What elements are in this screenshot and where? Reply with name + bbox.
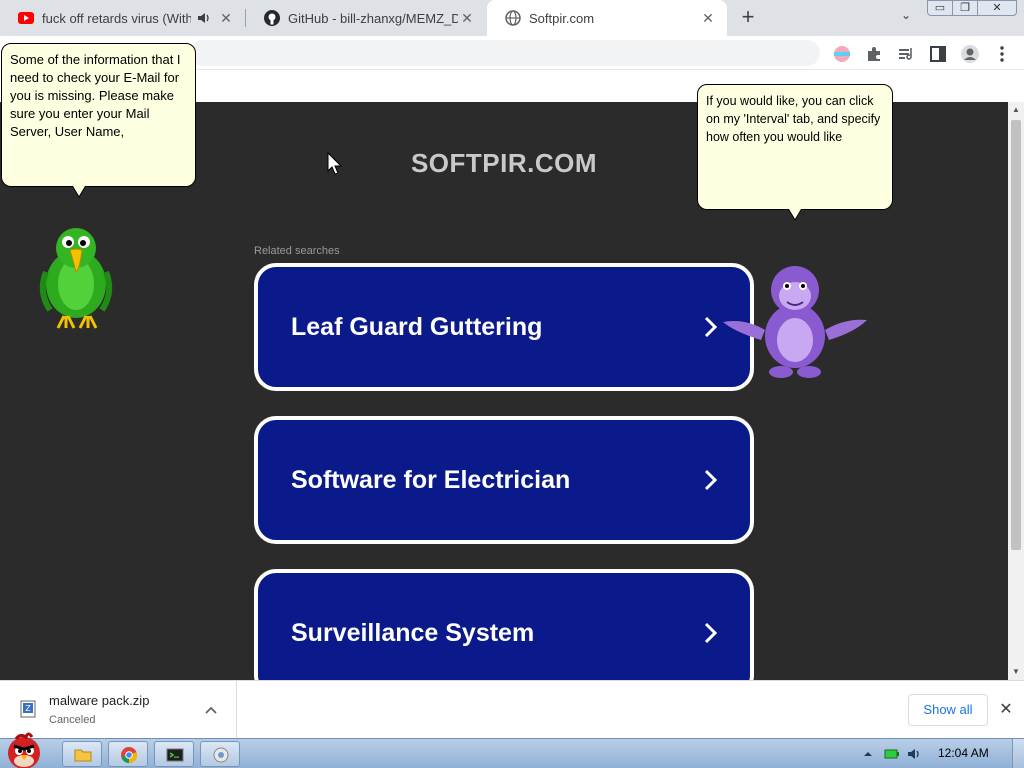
profile-avatar-icon[interactable] bbox=[960, 44, 980, 64]
download-shelf: Z malware pack.zip Canceled Show all ✕ bbox=[0, 680, 1024, 739]
globe-icon bbox=[505, 10, 521, 26]
result-label: Leaf Guard Guttering bbox=[291, 313, 543, 341]
tab-title: fuck off retards virus (With bbox=[42, 10, 191, 26]
taskbar-clock[interactable]: 12:04 AM bbox=[938, 746, 989, 760]
chevron-right-icon bbox=[704, 622, 718, 644]
result-label: Software for Electrician bbox=[291, 466, 571, 494]
volume-icon[interactable] bbox=[906, 746, 922, 762]
app-icon bbox=[213, 747, 229, 763]
tray-expand-icon[interactable] bbox=[860, 746, 876, 762]
parrot-bubble-text: Some of the information that I need to c… bbox=[10, 52, 181, 139]
tab-title: GitHub - bill-zhanxg/MEMZ_D bbox=[288, 10, 458, 26]
parrot-agent-icon[interactable] bbox=[36, 222, 116, 332]
parrot-speech-bubble: Some of the information that I need to c… bbox=[1, 43, 196, 198]
extension-flag-icon[interactable] bbox=[832, 44, 852, 64]
scroll-down-button[interactable]: ▼ bbox=[1008, 664, 1024, 680]
related-searches-label: Related searches bbox=[254, 245, 340, 257]
puzzle-icon[interactable] bbox=[864, 44, 884, 64]
download-status: Canceled bbox=[49, 714, 96, 726]
window-close-button[interactable]: ✕ bbox=[977, 0, 1017, 16]
tab-youtube[interactable]: fuck off retards virus (With ✕ bbox=[0, 0, 245, 36]
tab-softpir[interactable]: Softpir.com ✕ bbox=[487, 0, 727, 36]
taskbar-app-button[interactable] bbox=[200, 741, 240, 767]
related-search-result[interactable]: Leaf Guard Guttering bbox=[254, 263, 754, 391]
minimize-button[interactable]: ▭ bbox=[927, 0, 953, 16]
show-all-downloads-button[interactable]: Show all bbox=[908, 694, 988, 726]
chrome-icon bbox=[121, 747, 138, 764]
speaker-icon[interactable] bbox=[197, 11, 211, 25]
monkey-speech-bubble: If you would like, you can click on my '… bbox=[697, 84, 893, 221]
taskbar-explorer-button[interactable] bbox=[62, 741, 102, 767]
new-tab-button[interactable]: + bbox=[736, 6, 760, 30]
tab-close-icon[interactable]: ✕ bbox=[699, 9, 717, 27]
tab-close-icon[interactable]: ✕ bbox=[458, 9, 476, 27]
show-desktop-button[interactable] bbox=[1012, 739, 1024, 768]
side-panel-icon[interactable] bbox=[928, 44, 948, 64]
maximize-button[interactable]: ❐ bbox=[952, 0, 978, 16]
chevron-up-icon[interactable] bbox=[204, 703, 218, 717]
bubble-tail-fill bbox=[789, 209, 801, 219]
result-label: Surveillance System bbox=[291, 619, 535, 647]
download-filename: malware pack.zip bbox=[49, 693, 150, 708]
tab-search-icon[interactable]: ⌄ bbox=[896, 8, 916, 28]
scroll-thumb[interactable] bbox=[1011, 120, 1021, 550]
close-download-shelf-button[interactable]: ✕ bbox=[996, 700, 1016, 720]
tab-title: Softpir.com bbox=[529, 10, 595, 26]
related-search-result[interactable]: Software for Electrician bbox=[254, 416, 754, 544]
tab-strip: fuck off retards virus (With ✕ GitHub - … bbox=[0, 0, 1024, 36]
address-bar[interactable] bbox=[190, 40, 820, 66]
tab-close-icon[interactable]: ✕ bbox=[217, 9, 235, 27]
youtube-icon bbox=[18, 12, 34, 24]
related-search-result[interactable]: Surveillance System bbox=[254, 569, 754, 680]
chevron-right-icon bbox=[704, 469, 718, 491]
bubble-tail-fill bbox=[73, 186, 85, 196]
svg-text:Z: Z bbox=[25, 704, 31, 713]
media-queue-icon[interactable] bbox=[896, 44, 916, 64]
taskbar-terminal-button[interactable] bbox=[154, 741, 194, 767]
angry-bird-start-icon[interactable] bbox=[2, 731, 48, 768]
windows-taskbar: 12:04 AM bbox=[0, 732, 1024, 768]
kebab-menu-icon[interactable] bbox=[992, 44, 1012, 64]
github-icon bbox=[264, 10, 280, 26]
terminal-icon bbox=[166, 748, 184, 762]
zip-file-icon: Z bbox=[20, 700, 36, 718]
taskbar-chrome-button[interactable] bbox=[108, 741, 148, 767]
battery-icon[interactable] bbox=[884, 746, 900, 762]
folder-icon bbox=[74, 749, 92, 762]
monkey-bubble-text: If you would like, you can click on my '… bbox=[706, 94, 881, 144]
page-scrollbar[interactable]: ▲ ▼ bbox=[1008, 102, 1024, 680]
tab-github[interactable]: GitHub - bill-zhanxg/MEMZ_D ✕ bbox=[246, 0, 486, 36]
scroll-up-button[interactable]: ▲ bbox=[1008, 102, 1024, 118]
mouse-cursor-icon bbox=[327, 152, 343, 175]
bonzi-monkey-agent-icon[interactable] bbox=[715, 260, 875, 382]
